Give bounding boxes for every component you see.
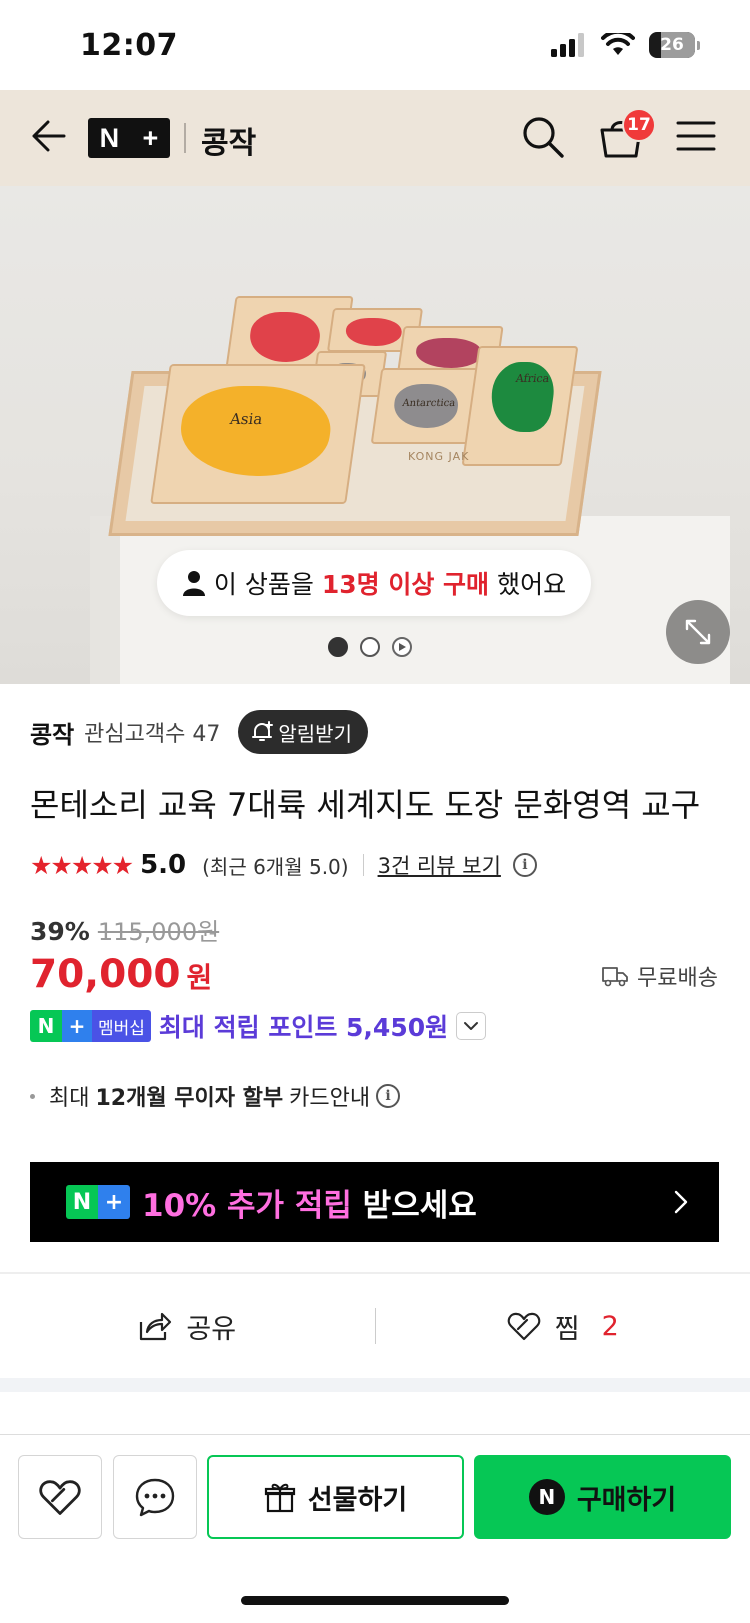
gift-icon <box>264 1483 295 1513</box>
africa-label: Africa <box>514 372 551 385</box>
original-price: 115,000원 <box>97 918 220 946</box>
max-points-text: 최대 적립 포인트 5,450원 <box>158 1013 449 1042</box>
wifi-icon <box>601 33 635 55</box>
review-info-icon[interactable]: i <box>512 853 537 877</box>
discount-row: 39% 115,000원 <box>30 912 219 947</box>
heart-icon <box>39 1480 81 1515</box>
wishlist-button[interactable]: 찜 2 <box>376 1307 750 1346</box>
rating-divider <box>362 854 364 876</box>
notify-label: 알림받기 <box>278 721 352 746</box>
carousel-dot-1[interactable] <box>328 637 348 657</box>
expand-image-button[interactable] <box>666 600 730 664</box>
logo-plus: + <box>142 122 159 153</box>
bell-plus-icon <box>252 721 274 741</box>
points-expand-button[interactable] <box>456 1012 487 1040</box>
asia-label: Asia <box>228 410 264 428</box>
battery-level: 26 <box>660 35 684 55</box>
antarctica-label: Antarctica <box>401 398 456 409</box>
cellular-signal-icon <box>551 33 584 57</box>
currency-unit: 원 <box>186 961 213 994</box>
chevron-down-icon <box>464 1022 479 1030</box>
chat-bubble-icon <box>135 1478 175 1517</box>
installment-info-icon[interactable]: i <box>376 1084 401 1108</box>
seller-row: 콩작 관심고객수 47 알림받기 <box>30 710 368 754</box>
installment-bold: 12개월 무이자 할부 <box>95 1086 284 1111</box>
banner-highlight: 10% 추가 적립 <box>142 1187 352 1224</box>
person-icon <box>182 571 205 596</box>
africa-block: Africa <box>461 346 579 466</box>
installment-prefix: 최대 <box>49 1086 90 1111</box>
naver-plus-membership-badge: N + 멤버십 <box>30 1010 151 1042</box>
carousel-dot-2[interactable] <box>360 637 380 657</box>
installment-suffix: 카드안내 <box>289 1086 371 1111</box>
banner-rest: 받으세요 <box>362 1187 477 1224</box>
sale-price: 70,000 <box>30 952 181 997</box>
price-row: 70,000 원 <box>30 952 212 997</box>
purchase-suffix: 했어요 <box>497 570 567 599</box>
section-gap <box>0 1378 750 1392</box>
point-row[interactable]: N + 멤버십 최대 적립 포인트 5,450원 <box>30 1008 487 1044</box>
bottom-wishlist-button[interactable] <box>18 1455 102 1539</box>
installment-row[interactable]: 최대 12개월 무이자 할부 카드안내 i <box>30 1080 401 1112</box>
video-play-icon[interactable] <box>392 637 412 657</box>
chevron-right-icon <box>674 1190 688 1214</box>
buy-button[interactable]: N 구매하기 <box>474 1455 731 1539</box>
carousel-indicators <box>328 637 412 657</box>
share-button[interactable]: 공유 <box>0 1307 375 1346</box>
review-link[interactable]: 3건 리뷰 보기 <box>378 850 501 880</box>
heart-icon <box>507 1312 540 1341</box>
seller-name[interactable]: 콩작 <box>30 715 74 750</box>
expand-icon <box>685 619 711 645</box>
purchase-prefix: 이 상품을 <box>213 570 314 599</box>
recent-rating: (최근 6개월 5.0) <box>202 854 349 879</box>
search-icon[interactable] <box>520 114 566 160</box>
store-name[interactable]: 콩작 <box>201 118 256 162</box>
share-label: 공유 <box>186 1313 237 1345</box>
notify-button[interactable]: 알림받기 <box>238 710 368 754</box>
back-arrow-icon[interactable] <box>26 114 70 158</box>
logo-n: N <box>99 122 120 153</box>
discount-rate: 39% <box>30 917 90 946</box>
banner-text: 10% 추가 적립 받으세요 <box>142 1180 477 1225</box>
share-wishlist-row: 공유 찜 2 <box>0 1274 750 1378</box>
brand-stamp: KONG JAK <box>408 450 470 463</box>
chat-button[interactable] <box>113 1455 197 1539</box>
status-icons: 26 <box>551 32 700 58</box>
status-bar: 12:07 26 <box>0 0 750 90</box>
shipping-info: 무료배송 <box>601 960 718 992</box>
delivery-truck-icon <box>602 967 628 987</box>
purchase-highlight: 13명 이상 구매 <box>321 570 490 599</box>
naver-plus-banner-logo: N + <box>66 1185 130 1219</box>
product-image-carousel[interactable]: Antarctica Africa Asia KONG JAK 이 상품을 13… <box>0 186 750 684</box>
purchase-count-pill: 이 상품을 13명 이상 구매 했어요 <box>157 550 591 616</box>
wishlist-count: 2 <box>601 1310 619 1342</box>
antarctica-block: Antarctica <box>370 368 482 444</box>
naver-plus-logo[interactable]: N + <box>88 118 170 158</box>
header-divider <box>184 123 186 153</box>
cart-count-badge: 17 <box>622 108 656 142</box>
gift-label: 선물하기 <box>307 1484 408 1516</box>
star-rating-icon: ★★★★★ <box>30 850 134 880</box>
buy-label: 구매하기 <box>576 1484 677 1516</box>
naver-n-icon: N <box>528 1479 565 1515</box>
gift-button[interactable]: 선물하기 <box>207 1455 464 1539</box>
home-indicator[interactable] <box>241 1596 509 1605</box>
naver-plus-banner[interactable]: N + 10% 추가 적립 받으세요 <box>30 1162 719 1242</box>
battery-icon: 26 <box>649 32 700 58</box>
shipping-label: 무료배송 <box>637 966 718 991</box>
wishlist-label: 찜 <box>554 1313 580 1345</box>
rating-row: ★★★★★ 5.0 (최근 6개월 5.0) 3건 리뷰 보기 i <box>30 850 537 880</box>
product-title: 몬테소리 교육 7대륙 세계지도 도장 문화영역 교구 <box>30 786 701 824</box>
rating-value: 5.0 <box>140 850 187 880</box>
hamburger-menu-icon[interactable] <box>676 118 716 154</box>
top-nav: N + 콩작 17 <box>0 90 750 186</box>
asia-block: Asia <box>150 364 366 504</box>
status-time: 12:07 <box>80 28 178 63</box>
follower-count: 관심고객수 47 <box>84 722 221 747</box>
bottom-purchase-bar: 선물하기 N 구매하기 <box>0 1434 750 1623</box>
share-icon <box>140 1312 172 1341</box>
